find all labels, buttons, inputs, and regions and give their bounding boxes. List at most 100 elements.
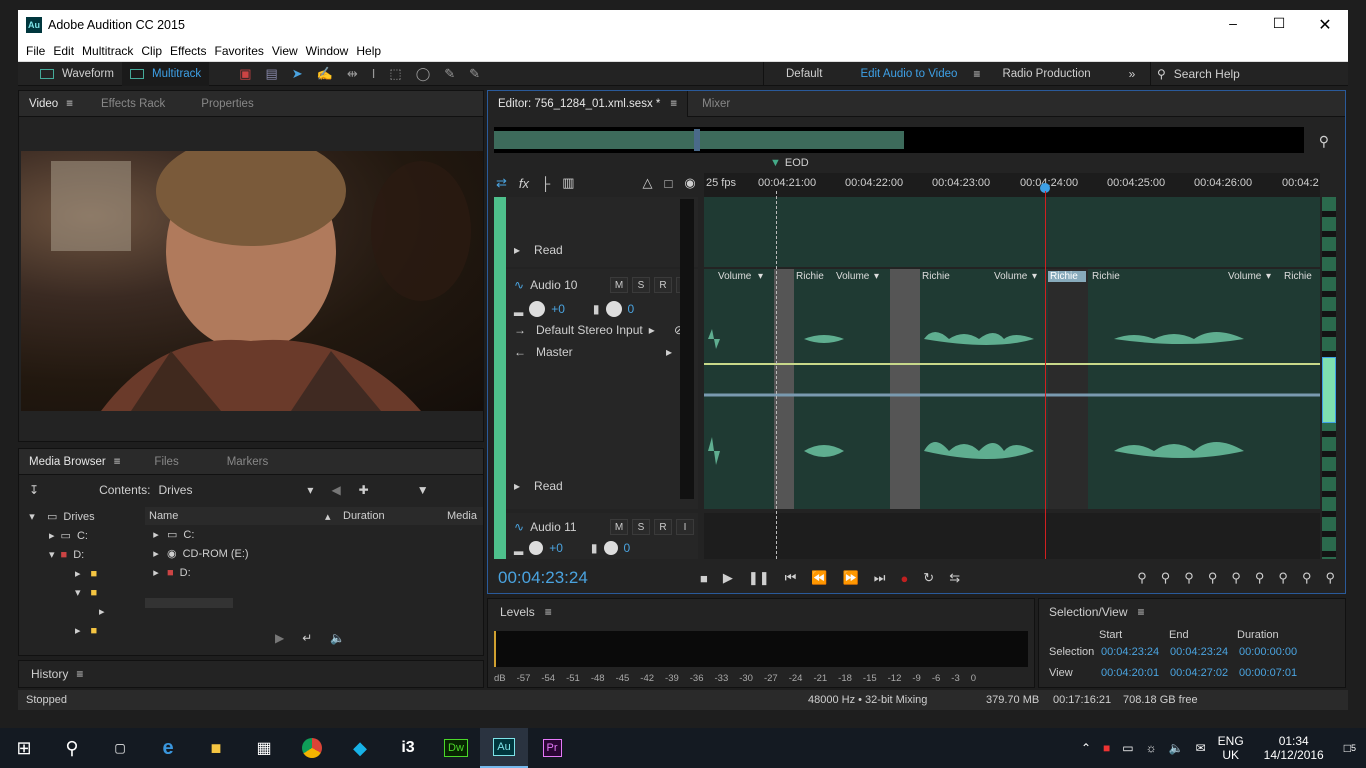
monitor-input-button[interactable]: I — [676, 519, 694, 535]
column-media[interactable]: Media — [447, 510, 477, 522]
headphones-icon[interactable]: ◉ — [684, 175, 695, 191]
auto-play-icon[interactable]: 🔈 — [330, 631, 345, 645]
zoom-out-point-icon[interactable]: ⚲ — [1302, 570, 1312, 586]
volume-knob[interactable] — [529, 541, 544, 555]
tab-video[interactable]: Video ≡ — [19, 91, 83, 117]
tab-effects-rack[interactable]: Effects Rack — [91, 91, 175, 117]
back-icon[interactable]: ◀ — [331, 483, 340, 497]
list-item[interactable]: ▸ ◉ CD-ROM (E:) — [145, 544, 483, 563]
pause-icon[interactable]: ❚❚ — [748, 570, 770, 586]
levels-title[interactable]: Levels — [500, 605, 535, 619]
fx-icon[interactable]: fx — [519, 176, 529, 191]
contents-dropdown[interactable]: Drives ▾ — [158, 483, 313, 497]
audition-button[interactable]: Au — [480, 728, 528, 768]
record-icon[interactable]: ● — [900, 571, 908, 586]
tree-drive-d[interactable]: D: — [73, 549, 84, 561]
message-icon[interactable]: ✉ — [1196, 741, 1206, 755]
menu-clip[interactable]: Clip — [141, 44, 162, 58]
vertical-zoom-scrollbar[interactable] — [1322, 197, 1336, 559]
search-button[interactable]: ⚲ — [48, 728, 96, 768]
zoom-in-amplitude-icon[interactable]: ⚲ — [1137, 570, 1147, 586]
mute-button[interactable]: M — [610, 277, 628, 293]
pan-knob[interactable] — [605, 301, 622, 317]
razor-tool-icon[interactable]: ✍ — [317, 66, 333, 82]
expand-icon[interactable]: ▾ — [75, 586, 81, 599]
app-button[interactable]: i3 — [384, 728, 432, 768]
view-end[interactable]: 00:04:27:02 — [1170, 667, 1239, 679]
zoom-out-full-icon[interactable]: ⚲ — [1231, 570, 1241, 586]
healing-icon[interactable]: ✎ — [469, 66, 480, 82]
language-indicator[interactable]: ENG UK — [1218, 734, 1244, 762]
volume-value[interactable]: +0 — [549, 541, 563, 555]
chevron-right-icon[interactable]: ▸ — [649, 323, 655, 337]
menu-edit[interactable]: Edit — [53, 44, 74, 58]
go-to-start-icon[interactable]: ⏮ — [785, 570, 797, 586]
expand-icon[interactable]: ▸ — [145, 566, 167, 579]
zoom-out-amplitude-icon[interactable]: ⚲ — [1161, 570, 1171, 586]
tree-drives[interactable]: Drives — [63, 511, 94, 523]
lasso-icon[interactable]: ◯ — [416, 66, 431, 82]
panel-menu-icon[interactable]: ≡ — [670, 98, 677, 110]
zoom-in-time-icon[interactable]: ⚲ — [1184, 570, 1194, 586]
zoom-in-point-icon[interactable]: ⚲ — [1278, 570, 1288, 586]
column-name[interactable]: Name — [145, 510, 325, 522]
skip-selection-icon[interactable]: ⇆ — [949, 570, 960, 586]
eq-icon[interactable]: ▥ — [562, 175, 574, 191]
brush-icon[interactable]: ✎ — [444, 66, 455, 82]
menu-multitrack[interactable]: Multitrack — [82, 44, 133, 58]
battery-icon[interactable]: ▭ — [1122, 741, 1133, 755]
track-output[interactable]: Master — [536, 345, 573, 359]
play-preview-icon[interactable]: ▶ — [275, 631, 284, 645]
solo-button[interactable]: S — [632, 519, 650, 535]
current-time-display[interactable]: 00:04:23:24 — [498, 568, 698, 588]
volume-value[interactable]: +0 — [551, 302, 565, 316]
menu-window[interactable]: Window — [306, 44, 349, 58]
expand-icon[interactable]: ▸ — [514, 479, 520, 493]
expand-icon[interactable]: ▾ — [23, 510, 41, 523]
dreamweaver-button[interactable]: Dw — [432, 728, 480, 768]
loop-icon[interactable]: ↻ — [923, 570, 934, 586]
expand-icon[interactable]: ▸ — [99, 605, 105, 618]
automation-mode[interactable]: Read — [534, 479, 563, 493]
pan-value[interactable]: 0 — [628, 302, 635, 316]
pan-knob[interactable] — [603, 541, 618, 555]
tab-media-browser[interactable]: Media Browser ≡ — [19, 449, 130, 475]
fast-forward-icon[interactable]: ⏩ — [843, 570, 859, 586]
menu-favorites[interactable]: Favorites — [215, 44, 264, 58]
tray-app-icon[interactable]: ■ — [1103, 741, 1110, 755]
tab-files[interactable]: Files — [144, 449, 188, 475]
column-duration[interactable]: Duration — [343, 510, 447, 522]
tab-mixer[interactable]: Mixer — [692, 91, 740, 117]
menu-help[interactable]: Help — [356, 44, 381, 58]
start-button[interactable]: ⊞ — [0, 728, 48, 768]
clock[interactable]: 01:34 14/12/2016 — [1264, 734, 1324, 762]
expand-icon[interactable]: ▸ — [75, 567, 81, 580]
horizontal-scrollbar[interactable] — [145, 598, 233, 608]
tree-drive-c[interactable]: C: — [77, 530, 88, 542]
view-duration[interactable]: 00:00:07:01 — [1239, 667, 1297, 679]
selection-view-title[interactable]: Selection/View — [1049, 605, 1128, 619]
pan-value[interactable]: 0 — [624, 541, 631, 555]
overview-navigator[interactable] — [494, 127, 1304, 153]
eod-marker[interactable]: ▼ EOD — [770, 157, 809, 169]
multitrack-button[interactable]: Multitrack — [121, 61, 210, 86]
track-name-audio10[interactable]: Audio 10 — [530, 278, 577, 292]
panel-menu-icon[interactable]: ≡ — [545, 605, 552, 619]
more-workspaces-icon[interactable]: » — [1121, 67, 1144, 81]
zoom-selection-icon[interactable]: ⚲ — [1255, 570, 1265, 586]
solo-button[interactable]: S — [632, 277, 650, 293]
time-ruler[interactable]: 25 fps 00:04:21:00 00:04:22:00 00:04:23:… — [704, 173, 1320, 197]
record-arm-button[interactable]: R — [654, 519, 672, 535]
workspace-menu-icon[interactable]: ≡ — [965, 67, 988, 81]
history-title[interactable]: History — [31, 667, 68, 681]
insert-icon[interactable]: ↵ — [302, 631, 312, 645]
mute-button[interactable]: M — [610, 519, 628, 535]
search-help-input[interactable]: Search Help — [1174, 67, 1240, 81]
time-selection-icon[interactable]: I — [372, 66, 376, 81]
chevron-right-icon[interactable]: ▸ — [666, 345, 672, 359]
panel-menu-icon[interactable]: ≡ — [66, 98, 73, 110]
lock-icon[interactable]: □ — [665, 176, 673, 191]
wifi-icon[interactable]: ☼ — [1146, 741, 1157, 755]
panel-menu-icon[interactable]: ≡ — [114, 456, 121, 468]
panel-menu-icon[interactable]: ≡ — [76, 667, 83, 681]
